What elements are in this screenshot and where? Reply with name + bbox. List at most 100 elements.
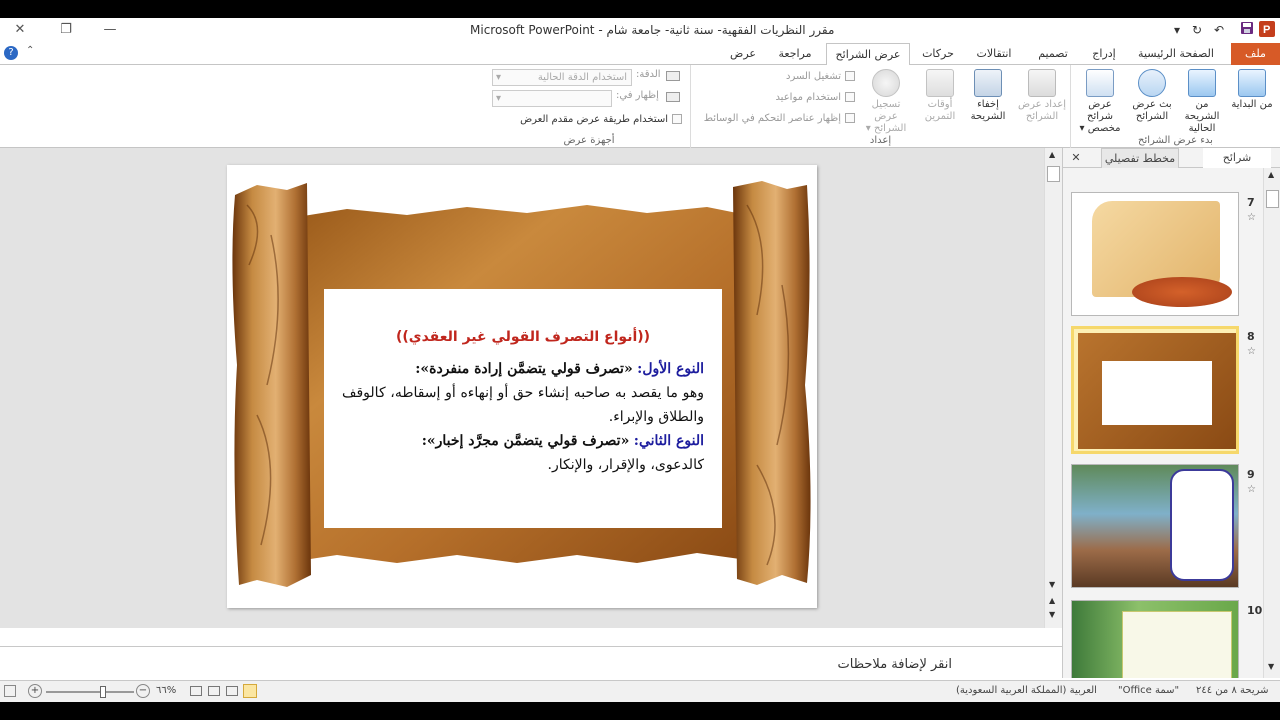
custom-slideshow-icon xyxy=(1086,69,1114,97)
checkbox-icon xyxy=(845,113,855,123)
pane-vertical-scrollbar[interactable]: ▲ ▼ xyxy=(1263,168,1280,678)
record-slideshow-icon xyxy=(872,69,900,97)
slide-number-9: 9 xyxy=(1247,468,1255,481)
customize-toolbar-icon[interactable]: ▾ xyxy=(1168,21,1186,39)
zoom-slider-thumb[interactable] xyxy=(100,686,106,698)
resolution-combo[interactable]: استخدام الدقة الحالية ▾ xyxy=(492,69,632,86)
chevron-down-icon: ▾ xyxy=(496,93,502,104)
thumbnail-image xyxy=(1170,469,1234,581)
from-current-slide-icon xyxy=(1188,69,1216,97)
tab-review[interactable]: مراجعة xyxy=(770,43,820,65)
setup-group: إعداد عرض الشرائح إخفاء الشريحة أوقات ال… xyxy=(690,65,1070,148)
close-window-button[interactable]: ✕ xyxy=(6,20,34,40)
custom-slideshow-button[interactable]: عرض شرائح مخصص ▾ xyxy=(1075,69,1125,134)
help-icon[interactable]: ? xyxy=(4,46,18,60)
type2-label: النوع الثاني: xyxy=(633,433,704,449)
tab-file[interactable]: ملف xyxy=(1231,43,1280,65)
restore-window-button[interactable]: ❐ xyxy=(52,20,80,40)
next-slide-icon[interactable]: ▼ xyxy=(1049,610,1055,619)
monitor-icon xyxy=(666,92,680,102)
setup-group-label: إعداد xyxy=(869,135,892,146)
tab-transitions[interactable]: انتقالات xyxy=(968,43,1020,65)
fit-to-window-icon[interactable] xyxy=(4,685,16,697)
chevron-down-icon: ▾ xyxy=(496,72,502,83)
rehearse-timings-icon xyxy=(926,69,954,97)
slideshow-view-icon[interactable] xyxy=(226,686,238,696)
slide-number-8: 8 xyxy=(1247,330,1255,343)
start-slideshow-group: من البداية من الشريحة الحالية بث عرض الش… xyxy=(1070,65,1280,148)
zoom-out-icon[interactable]: − xyxy=(136,684,150,698)
type2-heading: النوع الثاني: «تصرف قولي يتضمَّن مجرَّد … xyxy=(342,429,704,453)
zoom-slider[interactable] xyxy=(46,691,134,693)
thumbnail-image xyxy=(1122,611,1232,678)
tab-outline[interactable]: مخطط تفصيلي xyxy=(1101,148,1179,168)
svg-text:P: P xyxy=(1263,24,1270,36)
show-media-controls-checkbox[interactable]: إظهار عناصر التحكم في الوسائط xyxy=(695,113,855,129)
slide-editing-area: ((أنواع التصرف القولي غير العقدي)) النوع… xyxy=(0,148,1062,628)
slide-vertical-scrollbar[interactable]: ▲ ▼ ▲ ▼ xyxy=(1044,148,1062,628)
tab-home[interactable]: الصفحة الرئيسية xyxy=(1130,43,1222,65)
collapse-ribbon-icon[interactable]: ⌃ xyxy=(26,45,34,56)
record-slideshow-button[interactable]: تسجيل عرض الشرائح ▾ xyxy=(861,69,911,134)
theme-indicator: "سمة Office" xyxy=(1118,685,1180,696)
previous-slide-icon[interactable]: ▲ xyxy=(1049,596,1055,605)
status-bar: + − %٦٦ العربية (المملكة العربية السعودي… xyxy=(0,680,1280,702)
tab-animations[interactable]: حركات xyxy=(916,43,960,65)
show-on-label: إظهار في: xyxy=(616,90,659,101)
save-icon[interactable] xyxy=(1238,21,1256,39)
tab-slides[interactable]: شرائح xyxy=(1203,148,1271,168)
slide-number-10: 10 xyxy=(1247,604,1263,617)
type2-body: كالدعوى، والإقرار، والإنكار. xyxy=(547,457,704,473)
use-timings-checkbox[interactable]: استخدام مواعيد xyxy=(695,92,855,108)
powerpoint-logo-icon: P xyxy=(1258,21,1276,39)
rehearse-timings-button[interactable]: أوقات التمرين xyxy=(915,69,965,131)
powerpoint-window: ✕ ❐ — مقرر النظريات الفقهية- سنة ثانية- … xyxy=(0,18,1280,702)
title-bar: ✕ ❐ — مقرر النظريات الفقهية- سنة ثانية- … xyxy=(0,18,1280,43)
checkbox-icon xyxy=(845,92,855,102)
show-on-combo[interactable]: ▾ xyxy=(492,90,612,107)
slide-thumbnail-9[interactable] xyxy=(1071,464,1239,588)
play-narration-checkbox[interactable]: تشغيل السرد xyxy=(695,71,855,87)
thumbnail-image xyxy=(1102,361,1212,425)
ribbon-tabs: ? ⌃ ملف الصفحة الرئيسية إدراج تصميم انتق… xyxy=(0,43,1280,66)
broadcast-slideshow-button[interactable]: بث عرض الشرائح xyxy=(1127,69,1177,131)
undo-icon[interactable]: ↶ xyxy=(1210,21,1228,39)
animation-star-icon: ☆ xyxy=(1247,212,1256,223)
tab-insert[interactable]: إدراج xyxy=(1086,43,1122,65)
tab-view[interactable]: عرض xyxy=(724,43,762,65)
scroll-thumb[interactable] xyxy=(1047,166,1060,182)
type1-heading-text: «تصرف قولي يتضمَّن إرادة منفردة»: xyxy=(415,361,633,377)
hide-slide-button[interactable]: إخفاء الشريحة xyxy=(963,69,1013,131)
language-indicator[interactable]: العربية (المملكة العربية السعودية) xyxy=(956,685,1097,696)
close-pane-icon[interactable]: ✕ xyxy=(1067,148,1085,168)
slide-text-box[interactable]: ((أنواع التصرف القولي غير العقدي)) النوع… xyxy=(324,289,722,528)
slide-thumbnail-8[interactable] xyxy=(1071,326,1239,454)
animation-star-icon: ☆ xyxy=(1247,484,1256,495)
monitors-group: الدقة: استخدام الدقة الحالية ▾ إظهار في:… xyxy=(488,65,690,148)
hide-slide-icon xyxy=(974,69,1002,97)
resolution-label: الدقة: xyxy=(636,69,661,80)
minimize-window-button[interactable]: — xyxy=(96,20,124,40)
scroll-down-icon[interactable]: ▼ xyxy=(1049,580,1055,589)
tab-slide-show[interactable]: عرض الشرائح xyxy=(826,43,910,66)
scroll-thumb[interactable] xyxy=(1266,190,1279,208)
redo-icon[interactable]: ↻ xyxy=(1188,21,1206,39)
setup-slideshow-button[interactable]: إعداد عرض الشرائح xyxy=(1017,69,1067,131)
presenter-view-checkbox[interactable]: استخدام طريقة عرض مقدم العرض xyxy=(512,114,682,130)
reading-view-icon[interactable] xyxy=(190,686,202,696)
slide-thumbnail-7[interactable] xyxy=(1071,192,1239,316)
from-beginning-button[interactable]: من البداية xyxy=(1227,69,1277,131)
type1-body: وهو ما يقصد به صاحبه إنشاء حق أو إنهاءه … xyxy=(342,385,704,425)
scroll-up-icon[interactable]: ▲ xyxy=(1268,170,1274,179)
from-current-slide-button[interactable]: من الشريحة الحالية xyxy=(1177,69,1227,134)
normal-view-icon[interactable] xyxy=(243,684,257,698)
slide-sorter-view-icon[interactable] xyxy=(208,686,220,696)
thumbnail-image xyxy=(1132,277,1232,307)
scroll-up-icon[interactable]: ▲ xyxy=(1049,150,1055,159)
slides-pane: ✕ مخطط تفصيلي شرائح 7 ☆ 8 ☆ 9 ☆ 10 ▲ ▼ xyxy=(1062,148,1280,678)
scroll-down-icon[interactable]: ▼ xyxy=(1268,662,1274,671)
zoom-level[interactable]: %٦٦ xyxy=(156,685,176,696)
zoom-in-icon[interactable]: + xyxy=(28,684,42,698)
slide-thumbnail-10[interactable] xyxy=(1071,600,1239,678)
tab-design[interactable]: تصميم xyxy=(1030,43,1076,65)
